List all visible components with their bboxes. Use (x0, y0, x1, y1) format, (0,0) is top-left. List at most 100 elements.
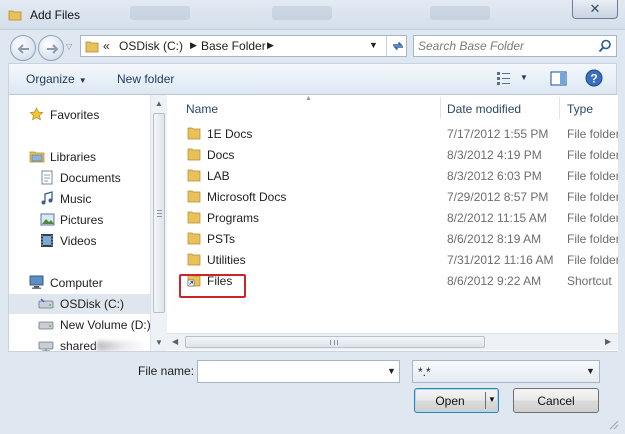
scrollbar-grip-icon (157, 210, 162, 217)
nav-item-favorites[interactable]: Favorites (9, 105, 159, 125)
folder-icon (187, 211, 201, 224)
videos-icon (41, 234, 53, 247)
table-row[interactable]: LAB 8/3/2012 6:03 PM File folder (167, 165, 618, 186)
folder-icon (85, 41, 99, 53)
nav-item-libraries[interactable]: Libraries (9, 147, 159, 167)
column-label-type: Type (567, 102, 594, 116)
column-header-date[interactable]: Date modified (441, 95, 559, 120)
folder-icon (187, 127, 201, 140)
hard-drive-icon (38, 298, 54, 309)
file-date-cell: 8/2/2012 11:15 AM (447, 211, 547, 225)
file-list-horizontal-scrollbar[interactable]: ◀ ▶ (167, 333, 618, 350)
nav-label-favorites: Favorites (50, 108, 100, 122)
file-type-cell: Shortcut (567, 274, 612, 288)
help-icon[interactable]: ? (585, 69, 603, 87)
close-button[interactable]: ✕ (572, 0, 618, 19)
open-button[interactable]: Open ▼ (414, 388, 499, 413)
folder-icon (187, 232, 201, 245)
file-type-cell: File folder (567, 169, 618, 183)
file-date-cell: 8/3/2012 4:19 PM (447, 148, 542, 162)
command-toolbar: Organize ▼ New folder ▼ ? (8, 63, 617, 95)
column-header-name[interactable]: ▲ Name (167, 95, 440, 120)
nav-item-videos[interactable]: Videos (9, 231, 159, 251)
preview-pane-icon[interactable] (550, 70, 567, 87)
highlight-annotation (179, 274, 246, 298)
table-row[interactable]: PSTs 8/6/2012 8:19 AM File folder (167, 228, 618, 249)
forward-button[interactable] (38, 35, 64, 61)
breadcrumb-base-folder[interactable]: Base Folder (201, 39, 266, 53)
nav-item-pictures[interactable]: Pictures (9, 210, 159, 230)
nav-item-documents[interactable]: Documents (9, 168, 159, 188)
background-title-ghost (130, 6, 190, 20)
file-name-input[interactable] (201, 364, 371, 379)
nav-item-computer[interactable]: Computer (9, 273, 159, 293)
back-button[interactable] (10, 35, 36, 61)
folder-icon (187, 148, 201, 161)
documents-icon (41, 170, 53, 185)
table-row[interactable]: Docs 8/3/2012 4:19 PM File folder (167, 144, 618, 165)
address-bar[interactable]: « OSDisk (C:) ▶ Base Folder ▶ ▼ (80, 35, 407, 57)
main-content: Favorites Libraries Documents Music Pict… (8, 95, 618, 352)
folder-icon (8, 10, 22, 21)
background-title-ghost (272, 6, 332, 20)
folder-icon (187, 253, 201, 266)
nav-label-libraries: Libraries (50, 150, 97, 164)
nav-item-osdisk[interactable]: OSDisk (C:) (9, 294, 159, 314)
scrollbar-grip-icon (330, 340, 338, 345)
refresh-button[interactable] (386, 36, 407, 56)
redacted-blur (97, 341, 147, 351)
nav-item-music[interactable]: Music (9, 189, 159, 209)
scroll-right-arrow-icon[interactable]: ▶ (605, 337, 611, 346)
table-row[interactable]: Microsoft Docs 7/29/2012 8:57 PM File fold… (167, 186, 618, 207)
new-folder-button[interactable]: New folder (117, 72, 174, 86)
file-name-cell: PSTs (207, 232, 236, 246)
view-options-dropdown-icon[interactable]: ▼ (520, 73, 528, 82)
file-date-cell: 8/6/2012 8:19 AM (447, 232, 542, 246)
nav-label-pictures: Pictures (60, 213, 104, 227)
table-row[interactable]: Programs 8/2/2012 11:15 AM File folder (167, 207, 618, 228)
chevron-down-icon[interactable]: ▼ (387, 366, 396, 376)
change-view-icon[interactable] (496, 70, 512, 86)
address-overflow-chevron[interactable]: « (103, 39, 110, 53)
file-date-cell: 7/29/2012 8:57 PM (447, 190, 549, 204)
nav-label-shared: shared (60, 339, 97, 351)
file-type-cell: File folder (567, 232, 618, 246)
organize-button[interactable]: Organize ▼ (26, 72, 87, 86)
folder-icon (187, 169, 201, 182)
resize-grip-icon[interactable] (607, 418, 619, 430)
nav-label-new-volume: New Volume (D:) (60, 318, 151, 332)
file-name-combobox[interactable]: ▼ (197, 360, 400, 383)
table-row[interactable]: Utilities 7/31/2012 11:16 AM File folder (167, 249, 618, 270)
open-options-dropdown-icon[interactable]: ▼ (488, 395, 496, 404)
pictures-icon (40, 213, 55, 226)
title-bar: Add Files ✕ (0, 0, 625, 30)
scrollbar-thumb[interactable] (185, 336, 485, 348)
folder-icon (187, 190, 201, 203)
breadcrumb-arrow-icon[interactable]: ▶ (267, 40, 274, 51)
search-icon[interactable] (598, 39, 612, 53)
scrollbar-thumb[interactable] (153, 113, 165, 313)
scroll-up-arrow-icon[interactable]: ▲ (155, 99, 163, 108)
file-type-filter-select[interactable]: *.* ▼ (412, 360, 600, 383)
back-arrow-icon (17, 44, 29, 54)
breadcrumb-osdisk[interactable]: OSDisk (C:) (119, 39, 183, 53)
star-icon (29, 107, 44, 121)
breadcrumb-arrow-icon[interactable]: ▶ (190, 40, 197, 51)
file-name-cell: LAB (207, 169, 230, 183)
search-box[interactable] (413, 35, 617, 57)
scroll-down-arrow-icon[interactable]: ▼ (155, 338, 163, 347)
libraries-icon (29, 151, 45, 163)
nav-item-new-volume[interactable]: New Volume (D:) (9, 315, 159, 335)
recent-pages-dropdown-icon[interactable]: ▽ (66, 42, 72, 51)
nav-item-shared[interactable]: shared (9, 336, 159, 351)
table-row[interactable]: 1E Docs 7/17/2012 1:55 PM File folder (167, 123, 618, 144)
search-input[interactable] (418, 38, 588, 54)
cancel-button[interactable]: Cancel (513, 388, 599, 413)
scroll-left-arrow-icon[interactable]: ◀ (172, 337, 178, 346)
file-name-cell: 1E Docs (207, 127, 253, 141)
column-header-type[interactable]: Type (560, 95, 618, 120)
address-dropdown-icon[interactable]: ▼ (369, 40, 378, 50)
split-divider (485, 392, 486, 409)
music-icon (41, 191, 53, 205)
navigation-pane-scrollbar[interactable]: ▲ ▼ (150, 95, 167, 351)
